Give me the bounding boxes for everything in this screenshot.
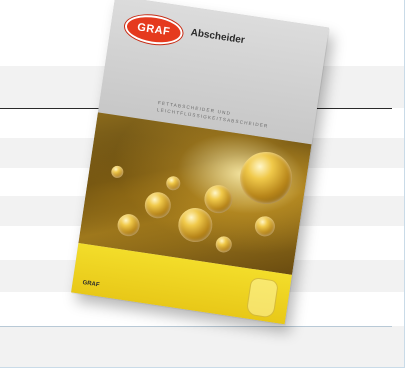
separator-tank-icon <box>245 276 279 319</box>
brochure-cover-image[interactable]: GRAF Abscheider FETTABSCHEIDER UND LEICH… <box>71 0 329 325</box>
bubble-shape <box>176 205 215 245</box>
divider-line <box>0 326 392 327</box>
bubble-shape <box>236 148 296 208</box>
bubble-shape <box>110 165 125 179</box>
product-image-panel: GRAF Abscheider FETTABSCHEIDER UND LEICH… <box>0 0 405 368</box>
graf-logo: GRAF <box>122 11 185 48</box>
bubble-shape <box>214 235 233 254</box>
background-stripe <box>0 326 404 367</box>
bubble-shape <box>253 214 277 238</box>
logo-text: GRAF <box>136 21 172 39</box>
bubble-shape <box>202 183 235 216</box>
brochure-title: Abscheider <box>189 27 246 47</box>
bubble-shape <box>116 212 142 238</box>
bubble-shape <box>143 190 173 221</box>
footer-brand-mark: GRAF <box>82 280 100 289</box>
bubble-shape <box>165 175 182 192</box>
